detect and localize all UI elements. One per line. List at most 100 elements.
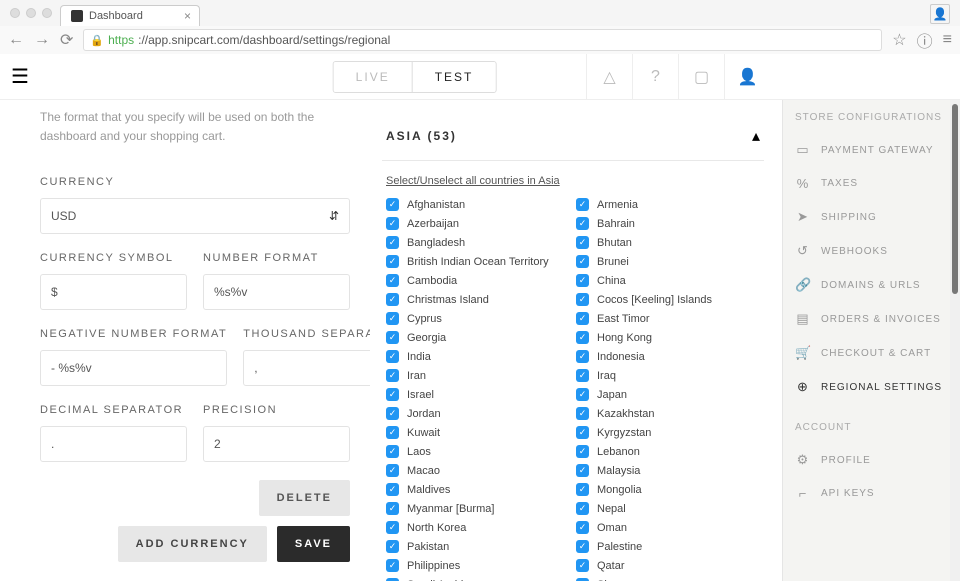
country-item[interactable]: ✓North Korea bbox=[386, 520, 570, 535]
prec-input[interactable] bbox=[203, 426, 350, 462]
checkbox-icon[interactable]: ✓ bbox=[386, 521, 399, 534]
sidebar-item[interactable]: ▤ORDERS & INVOICES bbox=[795, 302, 960, 336]
currency-select[interactable]: USD ⇵ bbox=[40, 198, 350, 234]
country-item[interactable]: ✓Kuwait bbox=[386, 425, 570, 440]
sidebar-item[interactable]: ▭PAYMENT GATEWAY bbox=[795, 133, 960, 167]
country-item[interactable]: ✓Mongolia bbox=[576, 482, 760, 497]
country-item[interactable]: ✓Azerbaijan bbox=[386, 216, 570, 231]
checkbox-icon[interactable]: ✓ bbox=[386, 293, 399, 306]
checkbox-icon[interactable]: ✓ bbox=[386, 236, 399, 249]
checkbox-icon[interactable]: ✓ bbox=[386, 255, 399, 268]
country-item[interactable]: ✓Philippines bbox=[386, 558, 570, 573]
sidebar-item[interactable]: 🔗DOMAINS & URLS bbox=[795, 268, 960, 302]
checkbox-icon[interactable]: ✓ bbox=[386, 198, 399, 211]
checkbox-icon[interactable]: ✓ bbox=[386, 445, 399, 458]
sidebar-item[interactable]: ⊕REGIONAL SETTINGS bbox=[795, 370, 960, 404]
close-window-dot[interactable] bbox=[10, 8, 20, 18]
max-window-dot[interactable] bbox=[42, 8, 52, 18]
country-item[interactable]: ✓Malaysia bbox=[576, 463, 760, 478]
checkbox-icon[interactable]: ✓ bbox=[386, 312, 399, 325]
country-item[interactable]: ✓Oman bbox=[576, 520, 760, 535]
country-item[interactable]: ✓Iran bbox=[386, 368, 570, 383]
checkbox-icon[interactable]: ✓ bbox=[576, 255, 589, 268]
save-button[interactable]: SAVE bbox=[277, 526, 350, 562]
sidebar-item[interactable]: ⚙PROFILE bbox=[795, 443, 960, 477]
hamburger-menu-icon[interactable]: ☰ bbox=[0, 64, 40, 89]
checkbox-icon[interactable]: ✓ bbox=[576, 312, 589, 325]
thou-input[interactable] bbox=[243, 350, 370, 386]
country-item[interactable]: ✓Brunei bbox=[576, 254, 760, 269]
checkbox-icon[interactable]: ✓ bbox=[576, 274, 589, 287]
checkbox-icon[interactable]: ✓ bbox=[576, 331, 589, 344]
dec-input[interactable] bbox=[40, 426, 187, 462]
add-currency-button[interactable]: ADD CURRENCY bbox=[118, 526, 267, 562]
back-button-icon[interactable]: ← bbox=[8, 31, 24, 49]
sidebar-item[interactable]: ⌐API KEYS bbox=[795, 477, 960, 510]
browser-menu-icon[interactable]: ≡ bbox=[943, 31, 952, 49]
country-item[interactable]: ✓India bbox=[386, 349, 570, 364]
checkbox-icon[interactable]: ✓ bbox=[576, 559, 589, 572]
sidebar-item[interactable]: ↺WEBHOOKS bbox=[795, 234, 960, 268]
country-item[interactable]: ✓Saudi Arabia bbox=[386, 577, 570, 581]
checkbox-icon[interactable]: ✓ bbox=[386, 426, 399, 439]
country-item[interactable]: ✓Bahrain bbox=[576, 216, 760, 231]
checkbox-icon[interactable]: ✓ bbox=[386, 559, 399, 572]
country-item[interactable]: ✓British Indian Ocean Territory bbox=[386, 254, 570, 269]
sidebar-item[interactable]: ➤SHIPPING bbox=[795, 200, 960, 234]
country-item[interactable]: ✓Cambodia bbox=[386, 273, 570, 288]
checkbox-icon[interactable]: ✓ bbox=[576, 236, 589, 249]
checkbox-icon[interactable]: ✓ bbox=[576, 426, 589, 439]
alert-icon[interactable]: △ bbox=[586, 54, 632, 100]
live-mode-button[interactable]: LIVE bbox=[334, 62, 412, 92]
sidebar-item[interactable]: %TAXES bbox=[795, 167, 960, 200]
browser-profile-icon[interactable]: 👤 bbox=[930, 4, 950, 24]
country-item[interactable]: ✓East Timor bbox=[576, 311, 760, 326]
country-item[interactable]: ✓Armenia bbox=[576, 197, 760, 212]
country-item[interactable]: ✓Qatar bbox=[576, 558, 760, 573]
checkbox-icon[interactable]: ✓ bbox=[386, 407, 399, 420]
checkbox-icon[interactable]: ✓ bbox=[386, 217, 399, 230]
forward-button-icon[interactable]: → bbox=[34, 31, 50, 49]
country-item[interactable]: ✓Cyprus bbox=[386, 311, 570, 326]
region-header[interactable]: ASIA (53) ▴ bbox=[382, 100, 764, 161]
info-icon[interactable]: ⓘ bbox=[917, 28, 933, 52]
checkbox-icon[interactable]: ✓ bbox=[576, 369, 589, 382]
bookmark-icon[interactable]: ▢ bbox=[678, 54, 724, 100]
scrollbar[interactable] bbox=[950, 100, 960, 581]
country-item[interactable]: ✓Kazakhstan bbox=[576, 406, 760, 421]
reload-button-icon[interactable]: ⟳ bbox=[60, 30, 73, 50]
browser-tab[interactable]: Dashboard × bbox=[60, 5, 200, 26]
checkbox-icon[interactable]: ✓ bbox=[576, 540, 589, 553]
checkbox-icon[interactable]: ✓ bbox=[386, 350, 399, 363]
country-item[interactable]: ✓Bhutan bbox=[576, 235, 760, 250]
select-all-link[interactable]: Select/Unselect all countries in Asia bbox=[386, 175, 560, 187]
country-item[interactable]: ✓Japan bbox=[576, 387, 760, 402]
checkbox-icon[interactable]: ✓ bbox=[576, 464, 589, 477]
checkbox-icon[interactable]: ✓ bbox=[386, 540, 399, 553]
country-item[interactable]: ✓Cocos [Keeling] Islands bbox=[576, 292, 760, 307]
checkbox-icon[interactable]: ✓ bbox=[576, 483, 589, 496]
close-tab-icon[interactable]: × bbox=[184, 9, 191, 23]
country-item[interactable]: ✓Bangladesh bbox=[386, 235, 570, 250]
checkbox-icon[interactable]: ✓ bbox=[386, 464, 399, 477]
checkbox-icon[interactable]: ✓ bbox=[576, 521, 589, 534]
scrollbar-thumb[interactable] bbox=[952, 104, 958, 294]
checkbox-icon[interactable]: ✓ bbox=[576, 445, 589, 458]
checkbox-icon[interactable]: ✓ bbox=[386, 369, 399, 382]
checkbox-icon[interactable]: ✓ bbox=[386, 502, 399, 515]
country-item[interactable]: ✓Israel bbox=[386, 387, 570, 402]
checkbox-icon[interactable]: ✓ bbox=[576, 198, 589, 211]
neg-input[interactable] bbox=[40, 350, 227, 386]
country-item[interactable]: ✓China bbox=[576, 273, 760, 288]
checkbox-icon[interactable]: ✓ bbox=[386, 388, 399, 401]
country-item[interactable]: ✓Singapore bbox=[576, 577, 760, 581]
help-icon[interactable]: ? bbox=[632, 54, 678, 100]
checkbox-icon[interactable]: ✓ bbox=[576, 407, 589, 420]
address-bar[interactable]: 🔒 https://app.snipcart.com/dashboard/set… bbox=[83, 29, 882, 51]
country-item[interactable]: ✓Hong Kong bbox=[576, 330, 760, 345]
checkbox-icon[interactable]: ✓ bbox=[576, 293, 589, 306]
checkbox-icon[interactable]: ✓ bbox=[386, 483, 399, 496]
delete-button[interactable]: DELETE bbox=[259, 480, 350, 516]
country-item[interactable]: ✓Afghanistan bbox=[386, 197, 570, 212]
country-item[interactable]: ✓Laos bbox=[386, 444, 570, 459]
